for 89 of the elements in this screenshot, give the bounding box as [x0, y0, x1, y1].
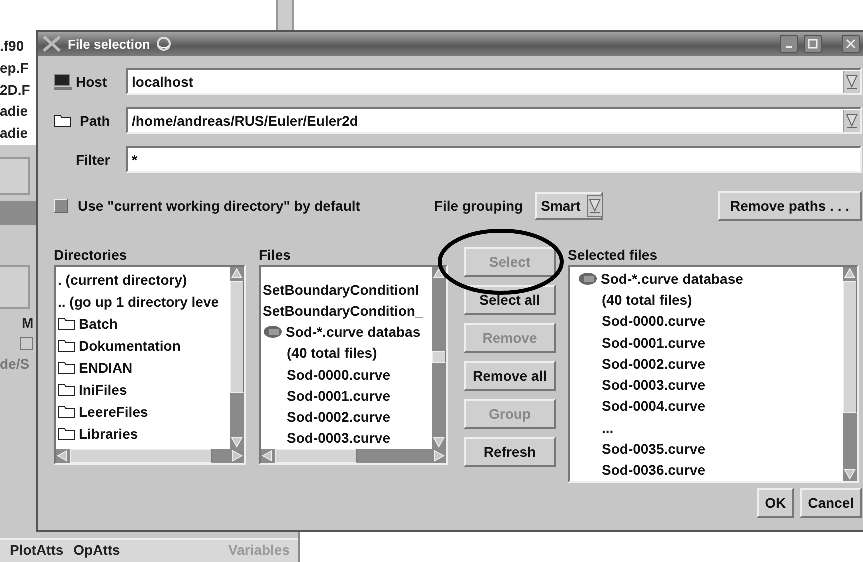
filter-label: Filter [76, 152, 112, 168]
scroll-arrow-left-icon[interactable] [56, 449, 70, 463]
scroll-arrow-up-icon[interactable] [432, 267, 446, 281]
maximize-icon [808, 39, 818, 49]
dialog-button[interactable]: Cancel [800, 488, 862, 518]
file-item[interactable]: (40 total files) [263, 342, 430, 364]
column-title: Selected files [568, 247, 658, 263]
file-item[interactable]: (40 total files) [578, 289, 841, 311]
host-field[interactable]: localhost [126, 68, 862, 95]
window-title: File selection [68, 36, 150, 52]
file-item[interactable]: Sod-0001.curve [578, 332, 841, 354]
file-item[interactable]: SetBoundaryCondition_ [263, 300, 430, 322]
maximize-button[interactable] [804, 35, 822, 53]
action-button[interactable]: Remove all [464, 361, 556, 391]
close-icon [846, 39, 856, 49]
database-icon [578, 272, 598, 286]
horizontal-scrollbar[interactable] [261, 449, 446, 463]
file-item[interactable]: Sod-*.curve database [578, 268, 841, 290]
background-label: M [22, 315, 34, 331]
database-icon [263, 325, 283, 340]
column-title: Files [259, 247, 292, 263]
file-name: ep.F [0, 58, 29, 78]
folder-icon [58, 383, 76, 397]
file-item[interactable]: Sod-0003.curve [578, 374, 841, 396]
tab-label: OpAtts [74, 541, 120, 560]
file-item[interactable]: Sod-0002.curve [263, 406, 430, 428]
column-title: Directories [54, 247, 128, 263]
dropdown-arrow-icon[interactable] [588, 197, 602, 215]
file-item[interactable]: Sod-0000.curve [578, 310, 841, 332]
minimize-button[interactable] [780, 35, 798, 53]
vertical-scrollbar[interactable] [432, 267, 446, 449]
file-item[interactable]: Sod-0004.curve [578, 396, 841, 418]
file-name: .f90 [0, 37, 24, 56]
file-item[interactable]: Sod-0035.curve [578, 438, 841, 460]
file-item[interactable]: . (current directory) [58, 269, 228, 291]
scroll-arrow-down-icon[interactable] [230, 435, 244, 449]
path-field[interactable]: /home/andreas/RUS/Euler/Euler2d [126, 107, 862, 134]
x-logo-icon [42, 35, 62, 53]
horizontal-scrollbar[interactable] [56, 449, 244, 463]
dropdown-arrow-icon[interactable] [845, 112, 859, 130]
file-item[interactable]: SetBoundaryConditionI [263, 279, 430, 300]
checkbox[interactable] [54, 199, 68, 213]
checkbox-label: Use "current working directory" by default [78, 198, 360, 214]
tab-label: PlotAtts [10, 541, 64, 560]
file-item[interactable]: Sod-0000.curve [263, 364, 430, 386]
file-item[interactable]: ... [578, 417, 841, 438]
dialog-button[interactable]: OK [757, 488, 794, 518]
computer-icon [54, 74, 72, 90]
directory-item[interactable]: IniFiles [58, 379, 228, 401]
scroll-arrow-right-icon[interactable] [432, 449, 446, 463]
directory-item[interactable]: Batch [58, 313, 228, 335]
dropdown-arrow-icon[interactable] [845, 72, 859, 90]
folder-icon [58, 339, 76, 353]
folder-icon [54, 114, 72, 128]
file-item[interactable]: Sod-0036.curve [578, 460, 841, 481]
remove-paths-button[interactable]: Remove paths . . . [718, 191, 862, 221]
scroll-arrow-down-icon[interactable] [843, 467, 857, 481]
file-name: adie [0, 124, 28, 144]
file-item[interactable]: Sod-*.curve databas [263, 322, 430, 343]
file-item[interactable]: Sod-0002.curve [578, 353, 841, 374]
path-label: Path [79, 112, 112, 128]
close-button[interactable] [842, 35, 860, 53]
tab-label: Variables [228, 541, 290, 560]
file-grouping-label: File grouping [434, 198, 524, 214]
swirl-icon [156, 36, 172, 52]
file-grouping-dropdown[interactable]: Smart [535, 192, 604, 220]
folder-icon [58, 405, 76, 419]
directory-item[interactable]: ENDIAN [58, 357, 228, 379]
action-button[interactable]: Refresh [464, 437, 556, 467]
vertical-scrollbar[interactable] [843, 267, 857, 481]
file-name: adie [0, 102, 28, 122]
filter-field[interactable]: * [126, 146, 862, 173]
vertical-scrollbar[interactable] [230, 267, 244, 449]
folder-icon [58, 317, 76, 331]
scroll-arrow-down-icon[interactable] [432, 435, 446, 449]
file-item[interactable]: .. (go up 1 directory leve [58, 291, 228, 313]
file-item[interactable]: Sod-0003.curve [263, 428, 430, 449]
file-item[interactable]: Sod-0001.curve [263, 385, 430, 406]
scroll-thumb[interactable] [432, 351, 446, 363]
directory-item[interactable]: Libraries [58, 423, 228, 445]
folder-icon [58, 427, 76, 441]
background-label: de/S [0, 356, 30, 372]
scroll-arrow-right-icon[interactable] [230, 449, 244, 463]
file-name: 2D.F [0, 80, 30, 100]
host-label: Host [76, 74, 108, 90]
folder-icon [58, 361, 76, 375]
directory-item[interactable]: Dokumentation [58, 335, 228, 357]
scroll-arrow-left-icon[interactable] [261, 449, 275, 463]
directory-item[interactable]: LeereFiles [58, 401, 228, 423]
